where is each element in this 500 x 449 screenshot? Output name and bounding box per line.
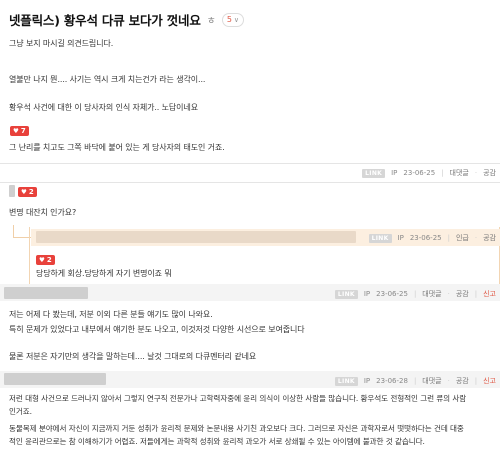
- comment-count: 5: [226, 15, 232, 24]
- author-mask: [36, 231, 356, 243]
- heart-icon: ♥: [21, 188, 27, 196]
- comment-3-line-2: 인거죠.: [9, 407, 32, 416]
- comment-2-date: 23-06-25: [376, 290, 408, 298]
- comment-1-header: [0, 183, 500, 200]
- post-title: 넷플릭스) 황우석 다큐 보다가 껏네요: [9, 13, 201, 28]
- post-like-count: 7: [20, 127, 26, 135]
- comment-2-meta: LINK IP 23-06-25 | 대댓글 · 공감 | 신고: [334, 289, 496, 299]
- sympathy-button[interactable]: 공감: [483, 168, 496, 178]
- ip-label: IP: [391, 169, 398, 177]
- comment-3-date: 23-06-28: [376, 377, 408, 385]
- reply-button[interactable]: 대댓글: [422, 376, 441, 386]
- heart-icon: ♥: [13, 127, 19, 135]
- post-title-row: 넷플릭스) 황우석 다큐 보다가 껏네요 ㅎ 5 ∨: [0, 0, 500, 30]
- comment-count-badge[interactable]: 5 ∨: [221, 12, 245, 27]
- report-button[interactable]: 신고: [483, 376, 496, 386]
- link-tag[interactable]: LINK: [368, 233, 392, 243]
- author-mask: [4, 373, 106, 385]
- post-line-3: 황우석 사건에 대한 이 당사자의 인식 자체가.. 노답이네요: [9, 103, 198, 112]
- comment-2-line-1: 저는 어제 다 봤는데, 저분 이외 다른 분들 얘기도 많이 나와요.: [9, 310, 213, 319]
- reply-icon: ㅎ: [206, 16, 216, 27]
- post-line-2: 열불만 나지 뭔.... 사기는 역시 크게 치는건가 라는 생각이...: [9, 75, 206, 84]
- ip-label: IP: [397, 234, 404, 242]
- report-button[interactable]: 신고: [483, 289, 496, 299]
- reply-like-count: 2: [46, 256, 52, 264]
- author-mask: [4, 287, 88, 299]
- ip-label: IP: [363, 377, 371, 385]
- comment-3-line-3: 동물복제 분야에서 자신이 지금까지 거둔 성취가 윤리적 문제와 논문내용 사…: [9, 424, 464, 433]
- comment-1-like-count: 2: [28, 188, 34, 196]
- sympathy-button[interactable]: 공감: [483, 233, 496, 243]
- comment-3-line-1: 저런 대형 사건으로 드러나지 않아서 그렇지 연구직 전문가나 고학력자중에 …: [9, 394, 467, 403]
- reply-meta: LINK IP 23-06-25 | 인급 · 공감: [368, 233, 496, 243]
- post-last-line: 그 난리를 치고도 그쪽 바닥에 붙어 있는 게 당사자의 태도인 거죠.: [9, 143, 225, 152]
- reply-like-badge[interactable]: ♥ 2: [36, 255, 55, 265]
- reply-button[interactable]: 대댓글: [422, 289, 441, 299]
- comment-3-meta: LINK IP 23-06-28 | 대댓글 · 공감 | 신고: [334, 376, 496, 386]
- comment-2-line-3: 물론 저분은 자기만의 생각을 말하는데.... 날것 그대로의 다큐멘터리 같…: [9, 352, 257, 361]
- reply-date: 23-06-25: [409, 234, 442, 242]
- divider: [0, 163, 500, 164]
- comment-1-like-badge[interactable]: ♥ 2: [18, 187, 37, 197]
- reply-text: 당당하게 회상.당당하게 자기 변명이죠 뭐: [36, 269, 172, 278]
- chevron-down-icon: ∨: [233, 15, 240, 24]
- comment-3-line-4: 적인 윤리관으로는 참 이해하기가 어렵죠. 저들에게는 과학적 성취와 윤리적…: [9, 437, 425, 446]
- sympathy-button[interactable]: 공감: [456, 289, 469, 299]
- post-like-badge[interactable]: ♥ 7: [10, 126, 29, 136]
- heart-icon: ♥: [39, 256, 45, 264]
- comment-1-text: 변명 대잔치 인가요?: [9, 208, 77, 217]
- author-mask: [9, 185, 15, 197]
- reply-button[interactable]: 대댓글: [450, 168, 469, 178]
- link-tag[interactable]: LINK: [334, 289, 358, 299]
- comment-2-line-2: 특히 문제가 있었다고 내부에서 얘기한 분도 나오고, 이것저것 다양한 시선…: [9, 325, 305, 334]
- ip-label: IP: [363, 290, 371, 298]
- post-meta: LINK IP 23-06-25 | 대댓글 · 공감: [362, 168, 496, 178]
- post-line-1: 그냥 보지 마시길 의견드립니다.: [9, 39, 114, 48]
- link-tag[interactable]: LINK: [362, 168, 386, 178]
- link-tag[interactable]: LINK: [334, 376, 358, 386]
- quote-button[interactable]: 인급: [456, 233, 469, 243]
- sympathy-button[interactable]: 공감: [456, 376, 469, 386]
- post-date: 23-06-25: [403, 169, 436, 177]
